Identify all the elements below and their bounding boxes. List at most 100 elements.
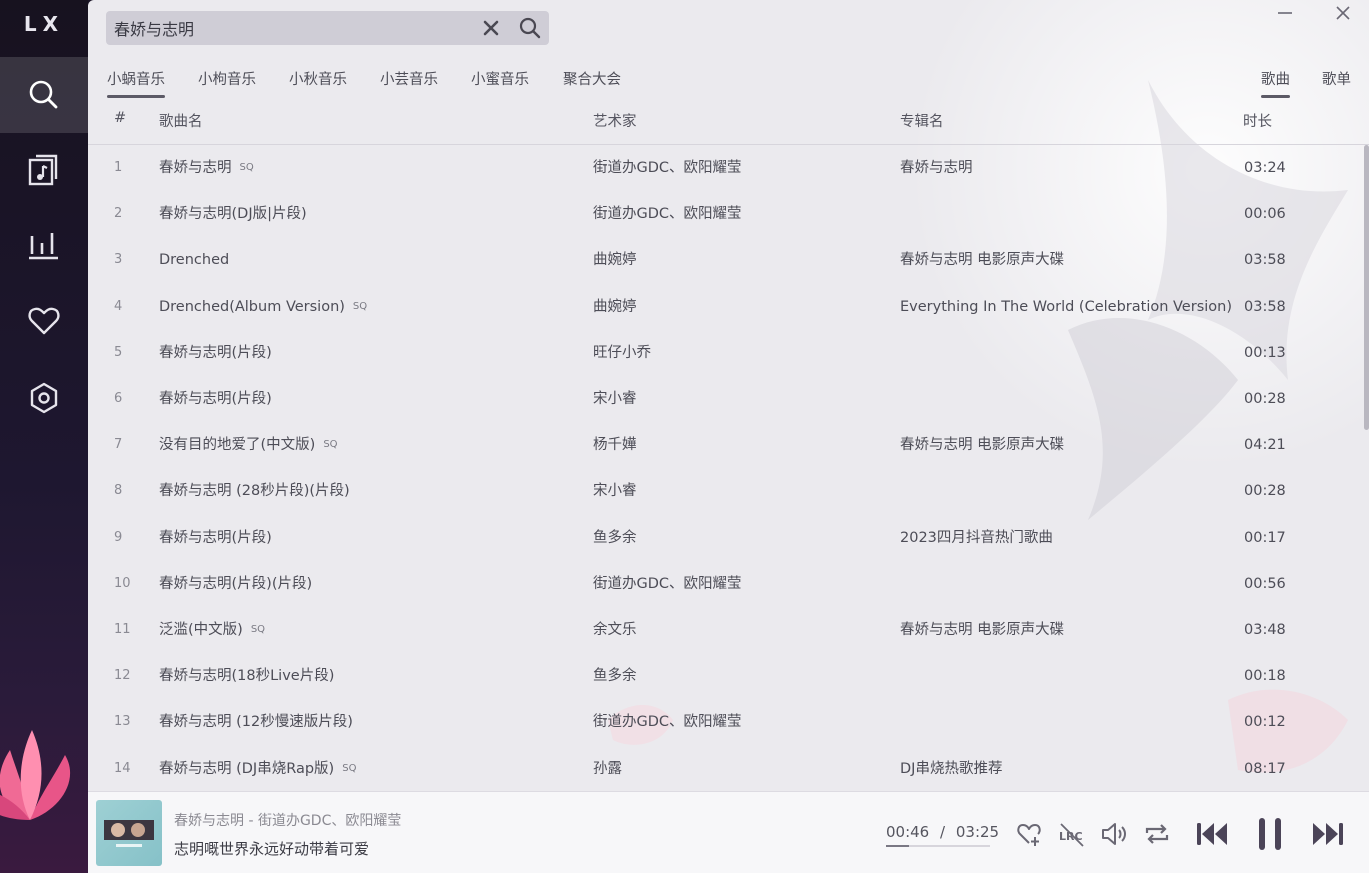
now-playing-info[interactable]: 春娇与志明 - 街道办GDC、欧阳耀莹 bbox=[174, 810, 401, 830]
song-artist[interactable]: 旺仔小乔 bbox=[593, 330, 651, 376]
table-row[interactable]: 12 春娇与志明(18秒Live片段) 鱼多余 00:18 bbox=[88, 653, 1363, 699]
song-artist[interactable]: 街道办GDC、欧阳耀莹 bbox=[593, 699, 742, 745]
table-row[interactable]: 1 春娇与志明 SQ 街道办GDC、欧阳耀莹 春娇与志明 03:24 bbox=[88, 145, 1363, 191]
repeat-icon[interactable] bbox=[1143, 820, 1171, 848]
previous-icon[interactable] bbox=[1194, 816, 1230, 852]
heart-add-icon[interactable] bbox=[1016, 820, 1044, 848]
tab-source-5[interactable]: 小蜜音乐 bbox=[471, 68, 529, 89]
table-row[interactable]: 2 春娇与志明(DJ版|片段) 街道办GDC、欧阳耀莹 00:06 bbox=[88, 191, 1363, 237]
progress-bar[interactable] bbox=[886, 845, 990, 847]
sidebar-item-song-list[interactable] bbox=[0, 132, 88, 208]
minimize-icon[interactable] bbox=[1275, 4, 1295, 24]
song-artist-text: 旺仔小乔 bbox=[593, 344, 651, 361]
song-artist[interactable]: 曲婉婷 bbox=[593, 237, 637, 283]
song-title[interactable]: 春娇与志明 (DJ串烧Rap版) SQ bbox=[159, 746, 356, 791]
search-icon[interactable] bbox=[518, 16, 542, 40]
song-album[interactable]: 春娇与志明 电影原声大碟 bbox=[900, 422, 1064, 468]
song-title[interactable]: 春娇与志明(片段)(片段) bbox=[159, 561, 312, 607]
song-artist[interactable]: 街道办GDC、欧阳耀莹 bbox=[593, 191, 742, 237]
song-artist[interactable]: 杨千嬅 bbox=[593, 422, 637, 468]
tab-source-3[interactable]: 小秋音乐 bbox=[289, 68, 347, 89]
table-row[interactable]: 8 春娇与志明 (28秒片段)(片段) 宋小睿 00:28 bbox=[88, 468, 1363, 514]
song-title-text: 春娇与志明(片段) bbox=[159, 529, 272, 546]
tab-source-2[interactable]: 小枸音乐 bbox=[198, 68, 256, 89]
song-album[interactable]: 2023四月抖音热门歌曲 bbox=[900, 515, 1053, 561]
song-duration-text: 03:48 bbox=[1244, 622, 1286, 638]
table-row[interactable]: 10 春娇与志明(片段)(片段) 街道办GDC、欧阳耀莹 00:56 bbox=[88, 561, 1363, 607]
song-duration: 00:17 bbox=[1244, 515, 1286, 561]
table-row[interactable]: 6 春娇与志明(片段) 宋小睿 00:28 bbox=[88, 376, 1363, 422]
song-duration-text: 00:17 bbox=[1244, 529, 1286, 546]
table-row[interactable]: 7 没有目的地爱了(中文版) SQ 杨千嬅 春娇与志明 电影原声大碟 04:21 bbox=[88, 422, 1363, 468]
song-album[interactable]: Everything In The World (Celebration Ver… bbox=[900, 284, 1232, 330]
table-row[interactable]: 3 Drenched 曲婉婷 春娇与志明 电影原声大碟 03:58 bbox=[88, 237, 1363, 283]
next-icon[interactable] bbox=[1310, 816, 1346, 852]
close-icon[interactable] bbox=[1333, 4, 1353, 24]
quality-badge: SQ bbox=[352, 300, 368, 312]
song-title[interactable]: 春娇与志明(片段) bbox=[159, 515, 272, 561]
row-number: 3 bbox=[114, 237, 122, 283]
clear-icon[interactable] bbox=[482, 19, 500, 37]
album-cover[interactable] bbox=[96, 800, 162, 866]
song-artist[interactable]: 鱼多余 bbox=[593, 515, 637, 561]
search-box bbox=[106, 11, 549, 45]
row-number-text: 6 bbox=[114, 391, 123, 406]
search-input[interactable] bbox=[114, 11, 474, 45]
song-title-text: 春娇与志明(片段) bbox=[159, 391, 272, 407]
song-artist[interactable]: 街道办GDC、欧阳耀莹 bbox=[593, 145, 742, 191]
tab-playlists[interactable]: 歌单 bbox=[1322, 68, 1351, 89]
tab-source-1[interactable]: 小蜗音乐 bbox=[107, 68, 165, 98]
table-row[interactable]: 11 泛滥(中文版) SQ 余文乐 春娇与志明 电影原声大碟 03:48 bbox=[88, 607, 1363, 653]
row-number-text: 11 bbox=[114, 622, 131, 637]
pause-icon[interactable] bbox=[1252, 816, 1288, 852]
sidebar-item-leaderboard[interactable] bbox=[0, 207, 88, 283]
song-album[interactable]: 春娇与志明 电影原声大碟 bbox=[900, 607, 1064, 653]
song-title[interactable]: 春娇与志明 SQ bbox=[159, 145, 254, 193]
song-album[interactable]: 春娇与志明 电影原声大碟 bbox=[900, 237, 1064, 283]
song-artist[interactable]: 曲婉婷 bbox=[593, 284, 637, 330]
song-album-text: DJ串烧热歌推荐 bbox=[900, 760, 1003, 777]
song-title[interactable]: 春娇与志明(18秒Live片段) bbox=[159, 653, 334, 699]
song-artist[interactable]: 鱼多余 bbox=[593, 653, 637, 699]
song-duration-text: 00:06 bbox=[1244, 206, 1286, 223]
song-title[interactable]: 春娇与志明(片段) bbox=[159, 376, 272, 422]
song-title[interactable]: Drenched bbox=[159, 237, 229, 283]
lyrics-icon[interactable]: LRC bbox=[1058, 820, 1086, 848]
song-title[interactable]: 春娇与志明(片段) bbox=[159, 330, 272, 376]
song-artist-text: 曲婉婷 bbox=[593, 252, 637, 269]
sidebar-item-search[interactable] bbox=[0, 57, 88, 133]
song-title[interactable]: 没有目的地爱了(中文版) SQ bbox=[159, 422, 338, 470]
song-artist[interactable]: 街道办GDC、欧阳耀莹 bbox=[593, 561, 742, 607]
table-row[interactable]: 14 春娇与志明 (DJ串烧Rap版) SQ 孙露 DJ串烧热歌推荐 08:17 bbox=[88, 746, 1363, 791]
sidebar-item-favorites[interactable] bbox=[0, 283, 88, 359]
song-artist[interactable]: 宋小睿 bbox=[593, 376, 637, 422]
song-duration-text: 03:58 bbox=[1244, 298, 1286, 315]
song-artist[interactable]: 孙露 bbox=[593, 746, 622, 791]
song-title-text: 泛滥(中文版) bbox=[159, 622, 243, 638]
song-title[interactable]: 春娇与志明 (28秒片段)(片段) bbox=[159, 468, 350, 514]
song-title[interactable]: Drenched(Album Version) SQ bbox=[159, 284, 367, 332]
table-row[interactable]: 5 春娇与志明(片段) 旺仔小乔 00:13 bbox=[88, 330, 1363, 376]
song-duration-text: 04:21 bbox=[1244, 437, 1286, 454]
song-artist[interactable]: 余文乐 bbox=[593, 607, 637, 653]
song-album[interactable]: 春娇与志明 bbox=[900, 145, 973, 191]
tab-source-6[interactable]: 聚合大会 bbox=[563, 68, 621, 89]
row-number-text: 3 bbox=[114, 252, 123, 268]
sidebar: LX bbox=[0, 0, 88, 873]
row-number: 9 bbox=[114, 515, 122, 561]
song-title[interactable]: 春娇与志明(DJ版|片段) bbox=[159, 191, 307, 237]
song-duration-text: 00:12 bbox=[1244, 714, 1286, 731]
song-title[interactable]: 春娇与志明 (12秒慢速版片段) bbox=[159, 699, 353, 745]
sidebar-item-settings[interactable] bbox=[0, 360, 88, 436]
table-row[interactable]: 9 春娇与志明(片段) 鱼多余 2023四月抖音热门歌曲 00:17 bbox=[88, 515, 1363, 561]
tab-songs[interactable]: 歌曲 bbox=[1261, 68, 1290, 98]
song-title[interactable]: 泛滥(中文版) SQ bbox=[159, 607, 265, 655]
time-separator: / bbox=[940, 823, 946, 841]
volume-icon[interactable] bbox=[1100, 820, 1128, 848]
tab-source-4[interactable]: 小芸音乐 bbox=[380, 68, 438, 89]
table-row[interactable]: 4 Drenched(Album Version) SQ 曲婉婷 Everything … bbox=[88, 284, 1363, 330]
song-album[interactable]: DJ串烧热歌推荐 bbox=[900, 746, 1002, 791]
song-artist[interactable]: 宋小睿 bbox=[593, 468, 637, 514]
table-row[interactable]: 13 春娇与志明 (12秒慢速版片段) 街道办GDC、欧阳耀莹 00:12 bbox=[88, 699, 1363, 745]
scrollbar-thumb[interactable] bbox=[1364, 145, 1369, 430]
